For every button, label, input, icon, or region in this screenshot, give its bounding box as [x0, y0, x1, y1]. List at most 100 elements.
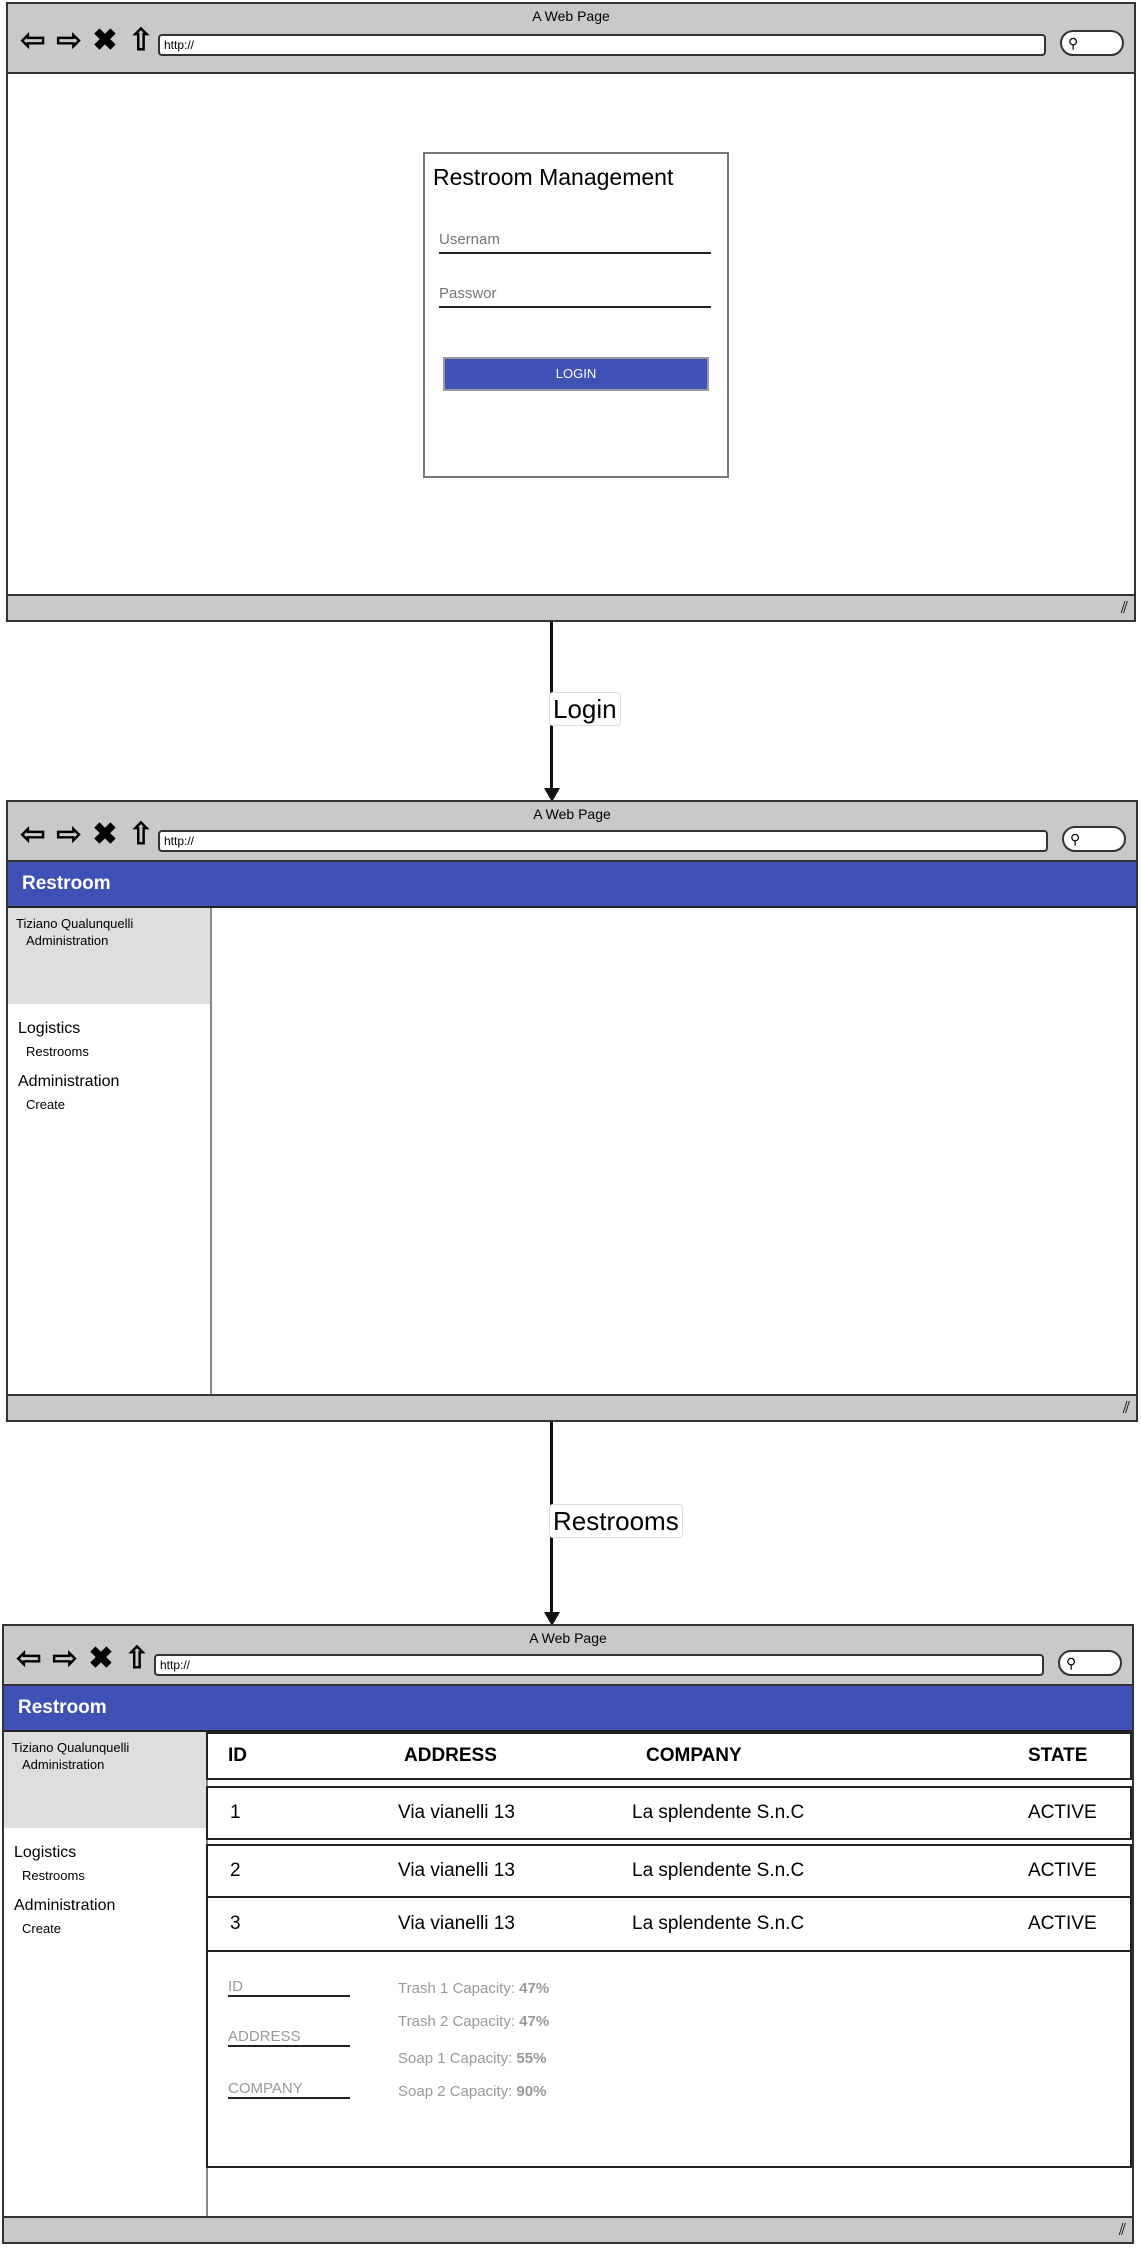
- browser-chrome: A Web Page ⇦ ⇨ ✖ ⇧ http:// ⚲: [4, 1626, 1132, 1686]
- status-bar: ⫽: [4, 2216, 1132, 2242]
- cell-id: 3: [230, 1913, 241, 1934]
- browser-chrome: A Web Page ⇦ ⇨ ✖ ⇧ http:// ⚲: [8, 4, 1134, 74]
- status-bar: ⫽: [8, 1394, 1136, 1420]
- flow-label-restrooms: Restrooms: [549, 1504, 683, 1538]
- home-icon[interactable]: ⇧: [122, 1644, 152, 1674]
- cell-id: 2: [230, 1860, 241, 1881]
- back-arrow-icon[interactable]: ⇦: [14, 1644, 44, 1674]
- cell-address: Via vianelli 13: [398, 1860, 515, 1881]
- status-bar: ⫽: [8, 594, 1134, 620]
- menu-section-administration[interactable]: Administration: [4, 1897, 206, 1915]
- capacity-label: Soap 2 Capacity:: [398, 2083, 513, 2100]
- table-row[interactable]: 2 Via vianelli 13 La splendente S.n.C AC…: [206, 1844, 1132, 1898]
- trash1-capacity: Trash 1 Capacity: 47%: [398, 1980, 549, 1997]
- trash2-capacity: Trash 2 Capacity: 47%: [398, 2013, 549, 2030]
- login-card: Restroom Management LOGIN: [423, 152, 729, 478]
- capacity-value: 47%: [519, 2013, 550, 2030]
- soap1-capacity: Soap 1 Capacity: 55%: [398, 2050, 546, 2067]
- restroom-detail-panel: ID ADDRESS COMPANY Trash 1 Capacity: 47%…: [206, 1950, 1132, 2168]
- forward-arrow-icon[interactable]: ⇨: [54, 820, 84, 850]
- resize-grip-icon[interactable]: ⫽: [1123, 1400, 1130, 1418]
- detail-address-field[interactable]: ADDRESS: [228, 2028, 350, 2047]
- cell-company: La splendente S.n.C: [632, 1913, 805, 1934]
- restrooms-window: A Web Page ⇦ ⇨ ✖ ⇧ http:// ⚲ Restroom Ti…: [2, 1624, 1134, 2244]
- url-bar[interactable]: http://: [154, 1654, 1044, 1676]
- cell-address: Via vianelli 13: [398, 1913, 515, 1934]
- search-icon: ⚲: [1070, 831, 1081, 847]
- username-input[interactable]: [439, 228, 711, 250]
- menu-section-logistics[interactable]: Logistics: [8, 1020, 210, 1038]
- home-icon[interactable]: ⇧: [126, 26, 156, 56]
- window-title: A Web Page: [529, 1630, 607, 1646]
- column-header[interactable]: COMPANY: [646, 1745, 742, 1767]
- soap2-capacity: Soap 2 Capacity: 90%: [398, 2083, 546, 2100]
- login-window: A Web Page ⇦ ⇨ ✖ ⇧ http:// ⚲ Restroom Ma…: [6, 2, 1136, 622]
- cell-id: 1: [230, 1802, 241, 1823]
- back-arrow-icon[interactable]: ⇦: [18, 26, 48, 56]
- menu-item-restrooms[interactable]: Restrooms: [8, 1044, 210, 1059]
- window-title: A Web Page: [532, 8, 610, 24]
- menu-section-administration[interactable]: Administration: [8, 1073, 210, 1091]
- capacity-value: 90%: [516, 2083, 547, 2100]
- flow-label-login: Login: [549, 692, 621, 726]
- cell-company: La splendente S.n.C: [632, 1860, 805, 1881]
- browser-chrome: A Web Page ⇦ ⇨ ✖ ⇧ http:// ⚲: [8, 802, 1136, 862]
- home-icon[interactable]: ⇧: [126, 820, 156, 850]
- sidebar: Tiziano Qualunquelli Administration Logi…: [8, 908, 212, 1400]
- column-header[interactable]: ADDRESS: [404, 1745, 497, 1767]
- detail-id-field[interactable]: ID: [228, 1978, 350, 1997]
- search-icon: ⚲: [1066, 1655, 1077, 1671]
- app-bar: Restroom: [4, 1686, 1132, 1732]
- resize-grip-icon[interactable]: ⫽: [1121, 600, 1128, 618]
- user-name: Tiziano Qualunquelli: [12, 1740, 130, 1755]
- close-icon[interactable]: ✖: [90, 26, 120, 56]
- login-button[interactable]: LOGIN: [443, 357, 709, 391]
- capacity-value: 55%: [516, 2050, 547, 2067]
- menu-item-create[interactable]: Create: [4, 1921, 206, 1936]
- login-title: Restroom Management: [433, 164, 674, 190]
- username-field[interactable]: [439, 228, 711, 254]
- user-role: Administration: [22, 1757, 105, 1772]
- table-row[interactable]: 3 Via vianelli 13 La splendente S.n.C AC…: [206, 1896, 1132, 1952]
- close-icon[interactable]: ✖: [86, 1644, 116, 1674]
- search-button[interactable]: ⚲: [1060, 30, 1124, 56]
- user-panel: Tiziano Qualunquelli Administration: [4, 1732, 206, 1828]
- search-icon: ⚲: [1068, 35, 1079, 51]
- back-arrow-icon[interactable]: ⇦: [18, 820, 48, 850]
- cell-state: ACTIVE: [1028, 1860, 1097, 1881]
- password-input[interactable]: [439, 282, 711, 304]
- password-field[interactable]: [439, 282, 711, 308]
- url-bar[interactable]: http://: [158, 830, 1048, 852]
- dashboard-window: A Web Page ⇦ ⇨ ✖ ⇧ http:// ⚲ Restroom Ti…: [6, 800, 1138, 1422]
- capacity-value: 47%: [519, 1980, 550, 1997]
- cell-company: La splendente S.n.C: [632, 1802, 805, 1823]
- url-bar[interactable]: http://: [158, 34, 1046, 56]
- user-role: Administration: [26, 933, 109, 948]
- cell-state: ACTIVE: [1028, 1913, 1097, 1934]
- column-header[interactable]: ID: [228, 1745, 247, 1767]
- capacity-label: Trash 2 Capacity:: [398, 2013, 515, 2030]
- app-bar: Restroom: [8, 862, 1136, 908]
- table-header: ID ADDRESS COMPANY STATE: [206, 1732, 1132, 1780]
- capacity-label: Soap 1 Capacity:: [398, 2050, 513, 2067]
- menu-item-restrooms[interactable]: Restrooms: [4, 1868, 206, 1883]
- forward-arrow-icon[interactable]: ⇨: [54, 26, 84, 56]
- menu-section-logistics[interactable]: Logistics: [4, 1844, 206, 1862]
- sidebar: Tiziano Qualunquelli Administration Logi…: [4, 1732, 208, 2222]
- detail-company-field[interactable]: COMPANY: [228, 2080, 350, 2099]
- search-button[interactable]: ⚲: [1062, 826, 1126, 852]
- column-header[interactable]: STATE: [1028, 1745, 1087, 1767]
- window-title: A Web Page: [533, 806, 611, 822]
- table-row[interactable]: 1 Via vianelli 13 La splendente S.n.C AC…: [206, 1786, 1132, 1840]
- forward-arrow-icon[interactable]: ⇨: [50, 1644, 80, 1674]
- search-button[interactable]: ⚲: [1058, 1650, 1122, 1676]
- user-name: Tiziano Qualunquelli: [16, 916, 134, 931]
- cell-address: Via vianelli 13: [398, 1802, 515, 1823]
- close-icon[interactable]: ✖: [90, 820, 120, 850]
- capacity-label: Trash 1 Capacity:: [398, 1980, 515, 1997]
- restroom-table: ID ADDRESS COMPANY STATE 1 Via vianelli …: [206, 1732, 1132, 2222]
- cell-state: ACTIVE: [1028, 1802, 1097, 1823]
- user-panel: Tiziano Qualunquelli Administration: [8, 908, 210, 1004]
- menu-item-create[interactable]: Create: [8, 1097, 210, 1112]
- resize-grip-icon[interactable]: ⫽: [1119, 2222, 1126, 2240]
